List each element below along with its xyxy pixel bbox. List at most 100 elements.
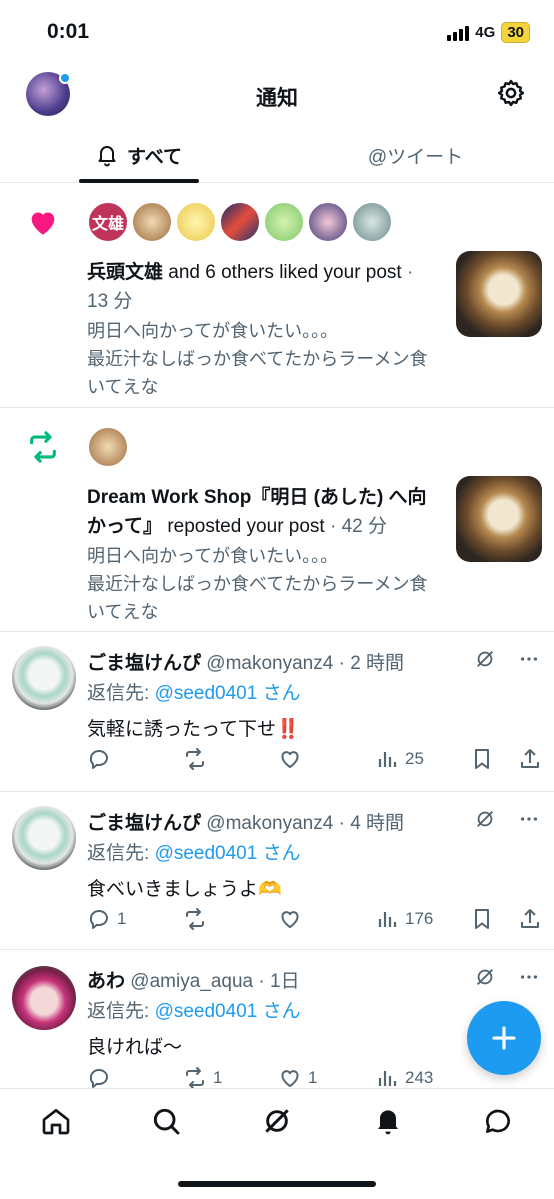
reply-icon bbox=[89, 1069, 108, 1088]
reply-tools bbox=[474, 808, 540, 830]
like-button[interactable] bbox=[278, 747, 308, 771]
author-handle[interactable]: @makonyanz4 bbox=[201, 813, 333, 834]
reply-header: ごま塩けんぴ @makonyanz4 · 4 時間 bbox=[87, 813, 405, 834]
more-icon[interactable] bbox=[518, 808, 540, 830]
messages-icon[interactable] bbox=[482, 1105, 514, 1137]
share-icon bbox=[521, 749, 539, 768]
compose-button[interactable] bbox=[467, 1001, 541, 1075]
battery-icon: 30 bbox=[501, 22, 530, 43]
repost-icon bbox=[186, 1067, 204, 1089]
reply-to-link[interactable]: @seed0401 さん bbox=[155, 1001, 301, 1022]
heart-icon bbox=[31, 212, 55, 235]
views-button[interactable]: 243 bbox=[375, 1066, 433, 1090]
avatar[interactable] bbox=[263, 201, 305, 243]
more-icon[interactable] bbox=[518, 966, 540, 988]
reply-icon bbox=[89, 750, 108, 769]
like-button[interactable]: 1 bbox=[278, 1066, 317, 1090]
like-icon bbox=[281, 751, 299, 768]
reply-text: 気軽に誘ったって下せ‼️ bbox=[87, 719, 300, 740]
post-thumbnail[interactable] bbox=[456, 476, 542, 562]
reply-button[interactable] bbox=[87, 1066, 117, 1090]
notification-summary: 兵頭文雄 and 6 others liked your post · 13 分 bbox=[87, 262, 414, 312]
reply-text: 食べいきましょうよ🫶 bbox=[87, 879, 282, 900]
more-icon[interactable] bbox=[518, 648, 540, 670]
author-name[interactable]: ごま塩けんぴ bbox=[87, 813, 201, 834]
action-bar: 25 bbox=[87, 745, 543, 775]
avatar[interactable] bbox=[12, 966, 76, 1030]
post-thumbnail[interactable] bbox=[456, 251, 542, 337]
reply-context: 返信先: @seed0401 さん bbox=[87, 1001, 301, 1022]
views-button[interactable]: 176 bbox=[375, 907, 433, 931]
avatar[interactable] bbox=[219, 201, 261, 243]
avatar[interactable]: 文雄 bbox=[87, 201, 129, 243]
status-time: 0:01 bbox=[47, 20, 90, 43]
author-name[interactable]: あわ bbox=[87, 971, 125, 992]
views-count: 25 bbox=[405, 749, 424, 768]
home-icon[interactable] bbox=[40, 1105, 72, 1137]
notification-repost[interactable]: Dream Work Shop『明日 (あした) へ向かって』 reposted… bbox=[0, 408, 554, 632]
bookmark-button[interactable] bbox=[470, 907, 494, 931]
settings-gear-icon[interactable] bbox=[496, 78, 526, 108]
views-icon bbox=[378, 752, 397, 767]
author-handle[interactable]: @amiya_aqua bbox=[125, 971, 253, 992]
share-icon bbox=[521, 909, 539, 928]
avatar[interactable] bbox=[87, 426, 129, 468]
avatar[interactable] bbox=[175, 201, 217, 243]
reply-notification[interactable]: ごま塩けんぴ @makonyanz4 · 2 時間 返信先: @seed0401… bbox=[0, 632, 554, 792]
share-button[interactable] bbox=[518, 747, 542, 771]
repost-button[interactable] bbox=[183, 907, 213, 931]
grok-icon[interactable] bbox=[474, 808, 496, 830]
bookmark-button[interactable] bbox=[470, 747, 494, 771]
notification-tabs: すべて @ツイート bbox=[0, 128, 554, 183]
grok-icon[interactable] bbox=[261, 1105, 293, 1137]
tab-all[interactable]: すべて bbox=[0, 128, 277, 183]
avatar[interactable] bbox=[12, 806, 76, 870]
repost-button[interactable]: 1 bbox=[183, 1066, 222, 1090]
reply-tools bbox=[474, 648, 540, 670]
views-count: 243 bbox=[405, 1068, 434, 1087]
actor-name[interactable]: 兵頭文雄 bbox=[87, 262, 163, 283]
signal-icon bbox=[447, 25, 470, 41]
like-button[interactable] bbox=[278, 907, 308, 931]
repost-button[interactable] bbox=[183, 747, 213, 771]
notification-like[interactable]: 文雄 兵頭文雄 and 6 others liked your post · 1… bbox=[0, 183, 554, 408]
author-name[interactable]: ごま塩けんぴ bbox=[87, 653, 201, 674]
views-button[interactable]: 25 bbox=[375, 747, 424, 771]
page-title: 通知 bbox=[256, 87, 298, 110]
reply-tools bbox=[474, 966, 540, 988]
grok-icon[interactable] bbox=[474, 648, 496, 670]
avatar[interactable] bbox=[12, 646, 76, 710]
bookmark-icon bbox=[475, 749, 489, 769]
repost-count: 1 bbox=[213, 1068, 223, 1087]
reply-context: 返信先: @seed0401 さん bbox=[87, 843, 301, 864]
notification-summary: Dream Work Shop『明日 (あした) へ向かって』 reposted… bbox=[87, 487, 427, 537]
like-icon bbox=[281, 1070, 299, 1087]
plus-icon bbox=[492, 1026, 516, 1050]
reply-to-link[interactable]: @seed0401 さん bbox=[155, 843, 301, 864]
avatar[interactable] bbox=[351, 201, 393, 243]
status-bar: 0:01 4G 30 bbox=[0, 0, 554, 62]
like-icon bbox=[281, 911, 299, 928]
author-handle[interactable]: @makonyanz4 bbox=[201, 653, 333, 674]
share-button[interactable] bbox=[518, 907, 542, 931]
search-icon[interactable] bbox=[150, 1105, 182, 1137]
reposter-avatars bbox=[87, 426, 131, 468]
avatar[interactable] bbox=[131, 201, 173, 243]
views-icon bbox=[378, 1071, 397, 1086]
repost-icon bbox=[186, 748, 204, 770]
reply-button[interactable] bbox=[87, 747, 117, 771]
reply-notification[interactable]: ごま塩けんぴ @makonyanz4 · 4 時間 返信先: @seed0401… bbox=[0, 792, 554, 950]
reply-button[interactable]: 1 bbox=[87, 907, 126, 931]
network-label: 4G bbox=[475, 24, 496, 41]
post-excerpt: 明日へ向かってが食いたい。。。 最近汁なしばっか食べてたからラーメン食いてえな bbox=[87, 321, 428, 397]
tab-mentions[interactable]: @ツイート bbox=[277, 128, 554, 182]
grok-icon[interactable] bbox=[474, 966, 496, 988]
timestamp: 4 時間 bbox=[350, 813, 405, 834]
avatar[interactable] bbox=[307, 201, 349, 243]
bookmark-icon bbox=[475, 909, 489, 929]
notifications-bell-icon[interactable] bbox=[372, 1105, 404, 1137]
repost-icon bbox=[30, 431, 56, 463]
reply-header: あわ @amiya_aqua · 1日 bbox=[87, 971, 300, 992]
top-header: 通知 bbox=[0, 62, 554, 128]
reply-to-link[interactable]: @seed0401 さん bbox=[155, 683, 301, 704]
